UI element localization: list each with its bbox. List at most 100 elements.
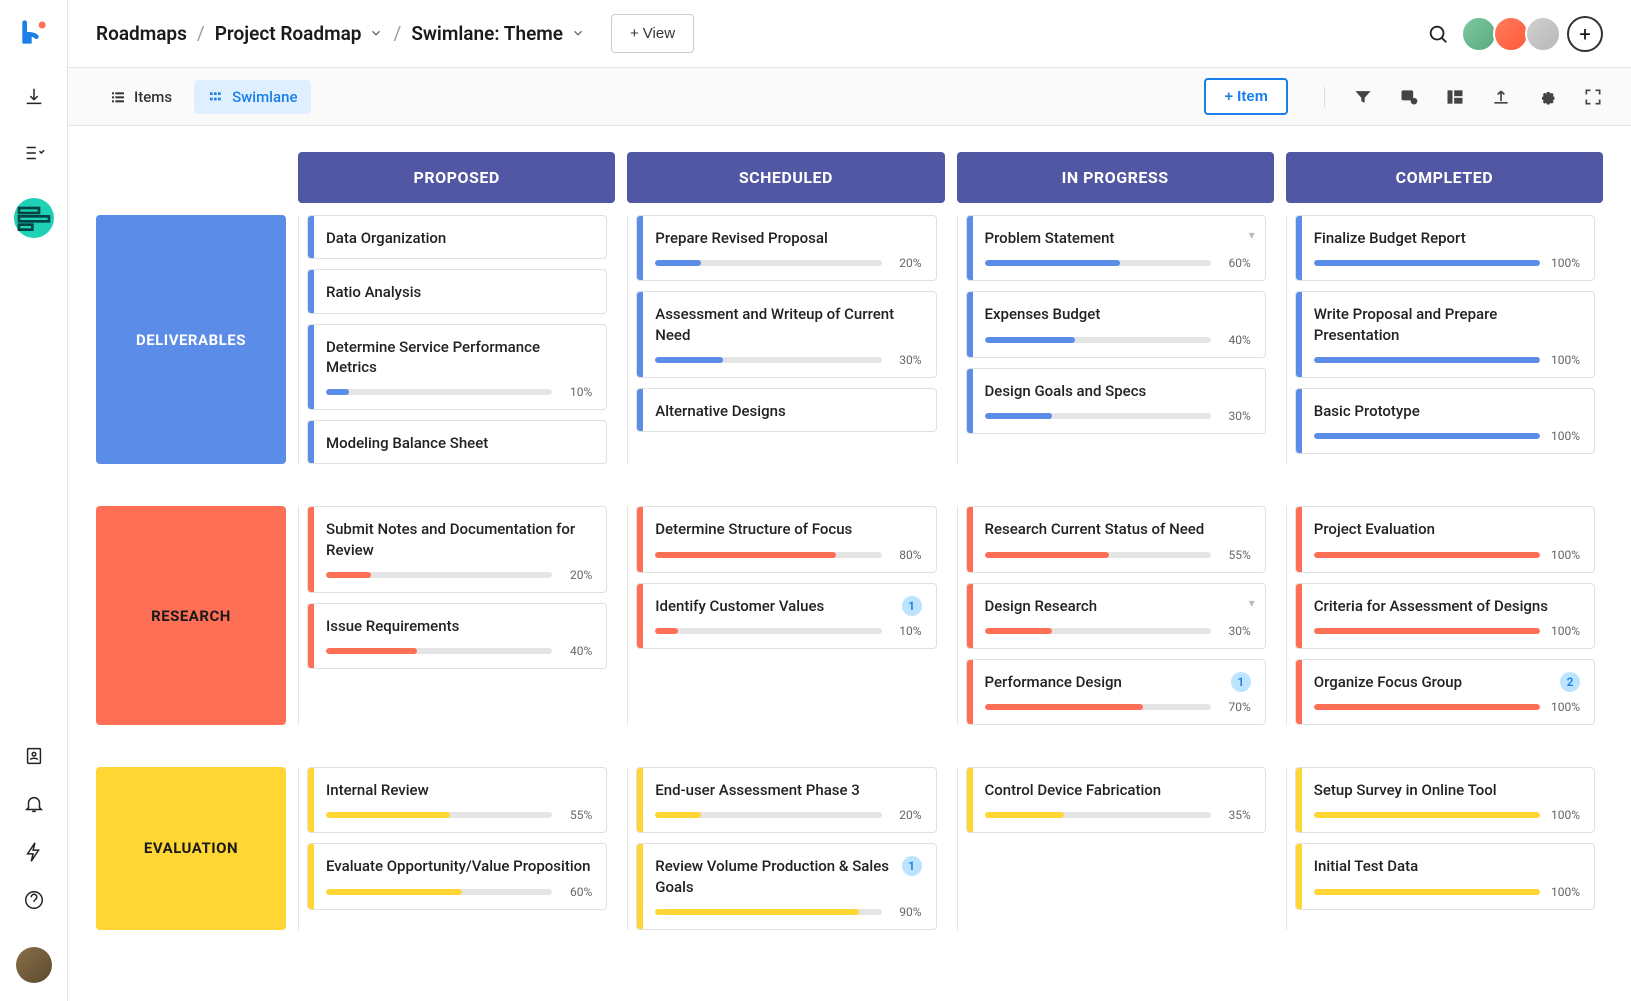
add-view-button[interactable]: + View [611,14,694,53]
list-icon [110,89,126,105]
chevron-down-icon [571,22,585,45]
item-card[interactable]: Alternative Designs [636,388,936,432]
card-title: Assessment and Writeup of Current Need [655,304,921,345]
gear-icon[interactable] [1537,87,1557,107]
card-title: Finalize Budget Report [1314,228,1466,248]
item-card[interactable]: Evaluate Opportunity/Value Proposition60… [307,843,607,909]
card-title: Prepare Revised Proposal [655,228,828,248]
cell-evaluation-scheduled: End-user Assessment Phase 320% Review Vol… [627,767,944,930]
swimlane-icon [208,89,224,105]
item-card[interactable]: Control Device Fabrication35% [966,767,1266,833]
item-card[interactable]: Organize Focus Group2100% [1295,659,1595,725]
progress-percent: 20% [560,568,592,582]
card-title: Control Device Fabrication [985,780,1162,800]
progress-percent: 55% [1219,548,1251,562]
item-card[interactable]: Criteria for Assessment of Designs100% [1295,583,1595,649]
card-title: Setup Survey in Online Tool [1314,780,1497,800]
item-card[interactable]: Determine Service Performance Metrics10% [307,324,607,411]
progress-bar [985,628,1211,634]
cell-deliverables-completed: Finalize Budget Report100% Write Proposal… [1286,215,1603,464]
progress-percent: 40% [1219,333,1251,347]
item-card[interactable]: Ratio Analysis [307,269,607,313]
progress-bar [1314,357,1540,363]
filter-icon[interactable] [1353,87,1373,107]
progress-percent: 90% [890,905,922,919]
chevron-down-icon [369,22,383,45]
tab-swimlane[interactable]: Swimlane [194,80,311,114]
card-title: Internal Review [326,780,429,800]
item-card[interactable]: Issue Requirements40% [307,603,607,669]
item-card[interactable]: Setup Survey in Online Tool 100% [1295,767,1595,833]
cell-research-scheduled: Determine Structure of Focus80% Identify … [627,506,944,725]
progress-bar [1314,260,1540,266]
item-card[interactable]: Expenses Budget40% [966,291,1266,357]
swimlane-nav-icon[interactable] [14,198,54,238]
breadcrumb-separator: / [197,22,205,45]
item-card[interactable]: Design Goals and Specs30% [966,368,1266,434]
item-card[interactable]: Determine Structure of Focus80% [636,506,936,572]
contacts-icon[interactable] [23,745,45,767]
help-icon[interactable] [23,889,45,911]
chevron-down-icon[interactable]: ▾ [1249,596,1255,610]
progress-percent: 100% [1548,548,1580,562]
progress-bar [655,357,881,363]
item-card[interactable]: Write Proposal and Prepare Presentation1… [1295,291,1595,378]
progress-bar [326,889,552,895]
card-title: Research Current Status of Need [985,519,1205,539]
item-card[interactable]: Modeling Balance Sheet [307,420,607,464]
progress-bar [985,260,1211,266]
item-card[interactable]: Review Volume Production & Sales Goals19… [636,843,936,930]
layout-icon[interactable] [1445,87,1465,107]
add-item-button[interactable]: + Item [1204,78,1288,115]
item-card[interactable]: Project Evaluation100% [1295,506,1595,572]
item-card[interactable]: Basic Prototype100% [1295,388,1595,454]
card-title: Alternative Designs [655,401,785,421]
progress-percent: 100% [1548,808,1580,822]
progress-percent: 40% [560,644,592,658]
breadcrumb-swimlane-label: Swimlane: Theme [411,22,563,45]
tab-items[interactable]: Items [96,80,186,114]
link-icon[interactable] [1399,87,1419,107]
avatar[interactable] [1493,16,1529,52]
progress-bar [655,628,881,634]
user-avatar[interactable] [16,947,52,983]
tab-items-label: Items [134,88,172,106]
item-card[interactable]: Assessment and Writeup of Current Need30… [636,291,936,378]
item-card[interactable]: Finalize Budget Report100% [1295,215,1595,281]
chevron-down-icon[interactable]: ▾ [1249,228,1255,242]
item-card[interactable]: Data Organization [307,215,607,259]
item-card[interactable]: Prepare Revised Proposal20% [636,215,936,281]
search-icon[interactable] [1427,23,1449,45]
avatar[interactable] [1461,16,1497,52]
breadcrumb: Roadmaps / Project Roadmap / Swimlane: T… [96,22,585,45]
add-collaborator-button[interactable]: + [1567,16,1603,52]
progress-bar [985,552,1211,558]
breadcrumb-project[interactable]: Project Roadmap [215,22,384,45]
app-logo[interactable] [20,18,48,46]
item-card[interactable]: Performance Design170% [966,659,1266,725]
card-title: Design Research [985,596,1098,616]
item-card[interactable]: ▾Problem Statement60% [966,215,1266,281]
item-card[interactable]: Initial Test Data100% [1295,843,1595,909]
fullscreen-icon[interactable] [1583,87,1603,107]
upload-icon[interactable] [1491,87,1511,107]
avatar[interactable] [1525,16,1561,52]
item-card[interactable]: ▾ Design Research 30% [966,583,1266,649]
bell-icon[interactable] [23,793,45,815]
item-card[interactable]: Research Current Status of Need 55% [966,506,1266,572]
column-header-completed: COMPLETED [1286,152,1603,203]
card-title: Initial Test Data [1314,856,1418,876]
item-card[interactable]: Internal Review 55% [307,767,607,833]
cell-evaluation-in_progress: Control Device Fabrication35% [957,767,1274,930]
cell-research-completed: Project Evaluation100% Criteria for Asses… [1286,506,1603,725]
progress-percent: 55% [560,808,592,822]
progress-percent: 30% [1219,624,1251,638]
item-card[interactable]: Identify Customer Values110% [636,583,936,649]
list-check-icon[interactable] [23,142,45,164]
breadcrumb-swimlane[interactable]: Swimlane: Theme [411,22,585,45]
item-card[interactable]: Submit Notes and Documentation for Revie… [307,506,607,593]
download-icon[interactable] [23,86,45,108]
breadcrumb-root[interactable]: Roadmaps [96,22,187,45]
bolt-icon[interactable] [23,841,45,863]
item-card[interactable]: End-user Assessment Phase 320% [636,767,936,833]
